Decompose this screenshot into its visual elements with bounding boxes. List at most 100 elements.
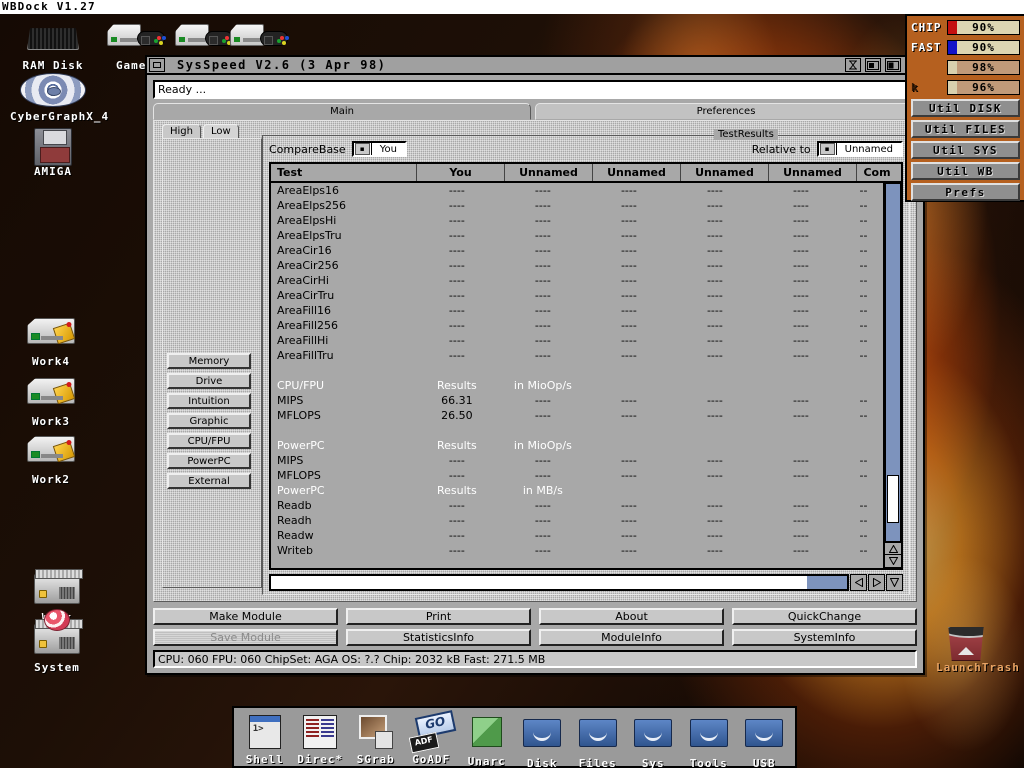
window-iconify-button[interactable] bbox=[845, 58, 861, 72]
window-depth-back-button[interactable] bbox=[865, 58, 881, 72]
tab-main[interactable]: Main bbox=[153, 103, 532, 120]
action-button-row-2[interactable]: Save Module StatisticsInfo ModuleInfo Syste… bbox=[153, 629, 917, 646]
category-button-list[interactable]: Memory Drive Intuition Graphic CPU/FPU PowerP… bbox=[167, 353, 251, 493]
category-button-memory[interactable]: Memory bbox=[167, 353, 251, 369]
table-row[interactable]: Readh ---- ---- ---- ---- ---- -- bbox=[271, 513, 883, 528]
dock-item-tools[interactable]: Tools bbox=[681, 712, 737, 768]
column-header-3[interactable]: Unnamed bbox=[593, 164, 681, 181]
wbdock-button-util-wb[interactable]: Util WB bbox=[911, 162, 1020, 180]
column-header-2[interactable]: Unnamed bbox=[505, 164, 593, 181]
desktop-icon-system[interactable]: System bbox=[14, 609, 100, 674]
table-section-row[interactable]: CPU/FPU Results in MioOp/s bbox=[271, 378, 883, 393]
category-button-drive[interactable]: Drive bbox=[167, 373, 251, 389]
table-row[interactable]: AreaCir16 ---- ---- ---- ---- ---- -- bbox=[271, 243, 883, 258]
sysspeed-window[interactable]: SysSpeed V2.6 (3 Apr 98) Ready ... Main … bbox=[145, 55, 925, 675]
action-button-row-1[interactable]: Make Module Print About QuickChange bbox=[153, 608, 917, 625]
wbdock-button-prefs[interactable]: Prefs bbox=[911, 183, 1020, 201]
horizontal-scroll-knob[interactable] bbox=[271, 576, 807, 589]
wbdock-button-util-files[interactable]: Util FILES bbox=[911, 120, 1020, 138]
scroll-up-button[interactable] bbox=[885, 542, 901, 555]
top-dock-icon-item-1[interactable] bbox=[215, 18, 301, 59]
action-button-quickchange[interactable]: QuickChange bbox=[732, 608, 917, 625]
tab-preferences[interactable]: Preferences bbox=[535, 103, 917, 120]
table-row[interactable]: AreaFillHi ---- ---- ---- ---- ---- -- bbox=[271, 333, 883, 348]
table-row[interactable]: AreaCir256 ---- ---- ---- ---- ---- -- bbox=[271, 258, 883, 273]
wbdock-button-util-disk[interactable]: Util DISK bbox=[911, 99, 1020, 117]
horizontal-scroll-track[interactable] bbox=[269, 574, 849, 591]
wbdock-button-util-sys[interactable]: Util SYS bbox=[911, 141, 1020, 159]
action-button-make-module[interactable]: Make Module bbox=[153, 608, 338, 625]
vertical-scrollbar[interactable] bbox=[883, 183, 901, 568]
desktop-icon-amiga[interactable]: AMIGA bbox=[10, 128, 96, 178]
table-row[interactable]: MIPS 66.31 ---- ---- ---- ---- -- bbox=[271, 393, 883, 408]
table-section-row[interactable]: PowerPC Results in MB/s bbox=[271, 483, 883, 498]
window-zoom-button[interactable] bbox=[885, 58, 901, 72]
compare-base-dropdown[interactable]: ▪ You bbox=[351, 141, 407, 157]
table-row[interactable]: MFLOPS 26.50 ---- ---- ---- ---- -- bbox=[271, 408, 883, 423]
column-header-5[interactable]: Unnamed bbox=[769, 164, 857, 181]
desktop-icon-work4[interactable]: Work4 bbox=[8, 312, 94, 368]
column-header-0[interactable]: Test bbox=[271, 164, 417, 181]
category-button-external[interactable]: External bbox=[167, 473, 251, 489]
action-button-statisticsinfo[interactable]: StatisticsInfo bbox=[346, 629, 531, 646]
scroll-resize-button[interactable] bbox=[886, 574, 903, 591]
status-text-field[interactable]: Ready ... bbox=[153, 80, 917, 99]
category-button-intuition[interactable]: Intuition bbox=[167, 393, 251, 409]
table-row[interactable]: AreaElps16 ---- ---- ---- ---- ---- -- bbox=[271, 183, 883, 198]
relative-to-dropdown[interactable]: ▪ Unnamed bbox=[816, 141, 903, 157]
dock-item-shell[interactable]: Shell bbox=[237, 712, 293, 766]
subtab-high[interactable]: High bbox=[162, 124, 201, 139]
subtab-low[interactable]: Low bbox=[202, 124, 239, 139]
tab-bar[interactable]: Main Preferences bbox=[153, 103, 917, 120]
desktop-icon-cybergraphx-4[interactable]: CyberGraphX_4 bbox=[10, 72, 108, 123]
table-row[interactable]: Readw ---- ---- ---- ---- ---- -- bbox=[271, 528, 883, 543]
dock-item-unarc[interactable]: Unarc bbox=[459, 712, 515, 768]
table-row[interactable]: AreaFillTru ---- ---- ---- ---- ---- -- bbox=[271, 348, 883, 363]
wbdock-right-panel[interactable]: CHIP 90% FAST 90% 98% k 96% Util DISK Util FILE… bbox=[905, 14, 1024, 202]
action-button-systeminfo[interactable]: SystemInfo bbox=[732, 629, 917, 646]
table-row[interactable]: MIPS ---- ---- ---- ---- ---- -- bbox=[271, 453, 883, 468]
category-button-graphic[interactable]: Graphic bbox=[167, 413, 251, 429]
table-row[interactable]: MFLOPS ---- ---- ---- ---- ---- -- bbox=[271, 468, 883, 483]
action-button-zone[interactable]: Make Module Print About QuickChange Save Mo… bbox=[153, 608, 917, 646]
table-row[interactable]: AreaFill16 ---- ---- ---- ---- ---- -- bbox=[271, 303, 883, 318]
table-row[interactable]: AreaElpsHi ---- ---- ---- ---- ---- -- bbox=[271, 213, 883, 228]
action-button-about[interactable]: About bbox=[539, 608, 724, 625]
table-row[interactable]: AreaElps256 ---- ---- ---- ---- ---- -- bbox=[271, 198, 883, 213]
table-row[interactable]: Readb ---- ---- ---- ---- ---- -- bbox=[271, 498, 883, 513]
table-row[interactable]: Writeb ---- ---- ---- ---- ---- -- bbox=[271, 543, 883, 558]
table-body[interactable]: AreaElps16 ---- ---- ---- ---- ---- -- AreaElps… bbox=[271, 183, 883, 568]
dock-item-disk[interactable]: Disk bbox=[515, 712, 571, 768]
table-row[interactable]: AreaCirTru ---- ---- ---- ---- ---- -- bbox=[271, 288, 883, 303]
vertical-scroll-track[interactable] bbox=[885, 183, 901, 542]
wbdock-buttons[interactable]: Util DISK Util FILES Util SYS Util WB Prefs bbox=[911, 99, 1020, 201]
table-row[interactable]: AreaElpsTru ---- ---- ---- ---- ---- -- bbox=[271, 228, 883, 243]
action-button-moduleinfo[interactable]: ModuleInfo bbox=[539, 629, 724, 646]
window-title-bar[interactable]: SysSpeed V2.6 (3 Apr 98) bbox=[147, 57, 923, 75]
desktop-icon-ram-disk[interactable]: RAM Disk bbox=[10, 18, 96, 72]
scroll-right-button[interactable] bbox=[868, 574, 885, 591]
window-close-button[interactable] bbox=[149, 58, 165, 72]
table-section-row[interactable]: PowerPC Results in MioOp/s bbox=[271, 438, 883, 453]
column-header-6[interactable]: Com bbox=[857, 164, 897, 181]
column-header-4[interactable]: Unnamed bbox=[681, 164, 769, 181]
dock-item-direc-[interactable]: Direc* bbox=[293, 712, 349, 766]
dock-item-sgrab[interactable]: SGrab bbox=[348, 712, 404, 766]
bottom-dock[interactable]: Shell Direc* SGrab GoADF Unarc Disk Files Sys To… bbox=[232, 706, 797, 768]
trash-icon[interactable]: LaunchTrash bbox=[936, 627, 1019, 674]
table-header-row[interactable]: Test You Unnamed Unnamed Unnamed Unnamed Com bbox=[269, 162, 903, 183]
results-table[interactable]: Test You Unnamed Unnamed Unnamed Unnamed Com A… bbox=[269, 162, 903, 570]
table-row[interactable]: AreaCirHi ---- ---- ---- ---- ---- -- bbox=[271, 273, 883, 288]
dock-item-goadf[interactable]: Go ADF bbox=[404, 712, 460, 766]
desktop-icon-work2[interactable]: Work2 bbox=[8, 430, 94, 486]
horizontal-scroll-row[interactable] bbox=[269, 574, 903, 591]
scroll-left-button[interactable] bbox=[850, 574, 867, 591]
action-button-print[interactable]: Print bbox=[346, 608, 531, 625]
sub-tab-bar[interactable]: High Low bbox=[162, 124, 241, 139]
dock-item-usb[interactable]: USB bbox=[737, 712, 793, 768]
scroll-down-button[interactable] bbox=[885, 555, 901, 568]
desktop-icon-work3[interactable]: Work3 bbox=[8, 372, 94, 428]
table-row[interactable]: AreaFill256 ---- ---- ---- ---- ---- -- bbox=[271, 318, 883, 333]
column-header-1[interactable]: You bbox=[417, 164, 505, 181]
dock-item-sys[interactable]: Sys bbox=[626, 712, 682, 768]
